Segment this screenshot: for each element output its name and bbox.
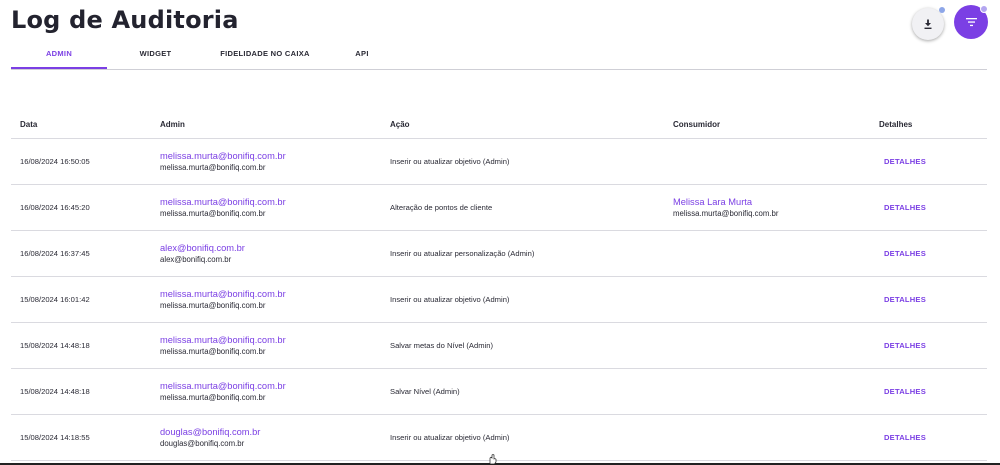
row-date: 16/08/2024 16:45:20: [20, 203, 90, 212]
table-row: 15/08/2024 16:01:42 melissa.murta@bonifi…: [11, 277, 987, 323]
admin-email: melissa.murta@bonifiq.com.br: [160, 347, 266, 356]
table-row: 16/08/2024 16:45:20 melissa.murta@bonifi…: [11, 185, 987, 231]
download-button[interactable]: [912, 7, 945, 40]
tab-api[interactable]: API: [326, 44, 398, 68]
row-date: 16/08/2024 16:37:45: [20, 249, 90, 258]
details-button[interactable]: DETALHES: [884, 433, 926, 442]
header-consumer: Consumidor: [673, 119, 721, 129]
row-admin: douglas@bonifiq.com.br douglas@bonifiq.c…: [160, 426, 390, 449]
table-row: 15/08/2024 14:48:18 melissa.murta@bonifi…: [11, 369, 987, 415]
row-admin: melissa.murta@bonifiq.com.br melissa.mur…: [160, 196, 390, 219]
admin-email: melissa.murta@bonifiq.com.br: [160, 209, 266, 218]
admin-email-link[interactable]: melissa.murta@bonifiq.com.br: [160, 380, 390, 392]
hand-pointer-icon: [489, 454, 497, 465]
admin-email: melissa.murta@bonifiq.com.br: [160, 393, 266, 402]
row-admin: melissa.murta@bonifiq.com.br melissa.mur…: [160, 380, 390, 403]
admin-email-link[interactable]: melissa.murta@bonifiq.com.br: [160, 196, 390, 208]
admin-email: douglas@bonifiq.com.br: [160, 439, 245, 448]
table-row: 15/08/2024 14:48:18 melissa.murta@bonifi…: [11, 323, 987, 369]
row-action: Salvar metas do Nível (Admin): [390, 341, 493, 350]
admin-email: melissa.murta@bonifiq.com.br: [160, 301, 266, 310]
row-action: Inserir ou atualizar objetivo (Admin): [390, 433, 510, 442]
table-row: 16/08/2024 16:37:45 alex@bonifiq.com.br …: [11, 231, 987, 277]
filter-button[interactable]: [954, 5, 988, 39]
audit-log-table: Data Admin Ação Consumidor Detalhes 16/0…: [11, 110, 987, 461]
filter-icon: [965, 18, 977, 27]
notification-dot: [939, 7, 945, 13]
tab-admin[interactable]: ADMIN: [11, 44, 107, 69]
row-action: Inserir ou atualizar objetivo (Admin): [390, 157, 510, 166]
row-date: 15/08/2024 14:18:55: [20, 433, 90, 442]
tab-widget[interactable]: WIDGET: [107, 44, 204, 68]
page-title: Log de Auditoria: [11, 6, 239, 34]
download-icon: [924, 19, 932, 29]
admin-email: alex@bonifiq.com.br: [160, 255, 232, 264]
details-button[interactable]: DETALHES: [884, 249, 926, 258]
row-admin: melissa.murta@bonifiq.com.br melissa.mur…: [160, 150, 390, 173]
row-action: Alteração de pontos de cliente: [390, 203, 493, 212]
header-admin: Admin: [160, 119, 185, 129]
admin-email: melissa.murta@bonifiq.com.br: [160, 163, 266, 172]
admin-email-link[interactable]: melissa.murta@bonifiq.com.br: [160, 150, 390, 162]
row-admin: melissa.murta@bonifiq.com.br melissa.mur…: [160, 334, 390, 357]
admin-email-link[interactable]: melissa.murta@bonifiq.com.br: [160, 334, 390, 346]
top-actions: [912, 5, 988, 40]
admin-email-link[interactable]: douglas@bonifiq.com.br: [160, 426, 390, 438]
header-details: Detalhes: [879, 119, 913, 129]
row-consumer: Melissa Lara Murta melissa.murta@bonifiq…: [673, 196, 879, 219]
row-date: 15/08/2024 14:48:18: [20, 341, 90, 350]
row-action: Inserir ou atualizar personalização (Adm…: [390, 249, 535, 258]
table-row: 15/08/2024 14:18:55 douglas@bonifiq.com.…: [11, 415, 987, 461]
details-button[interactable]: DETALHES: [884, 387, 926, 396]
details-button[interactable]: DETALHES: [884, 157, 926, 166]
consumer-email: melissa.murta@bonifiq.com.br: [673, 209, 779, 218]
admin-email-link[interactable]: melissa.murta@bonifiq.com.br: [160, 288, 390, 300]
row-action: Salvar Nível (Admin): [390, 387, 460, 396]
table-header: Data Admin Ação Consumidor Detalhes: [11, 110, 987, 139]
row-admin: alex@bonifiq.com.br alex@bonifiq.com.br: [160, 242, 390, 265]
row-date: 15/08/2024 14:48:18: [20, 387, 90, 396]
details-button[interactable]: DETALHES: [884, 203, 926, 212]
header-action: Ação: [390, 119, 410, 129]
row-action: Inserir ou atualizar objetivo (Admin): [390, 295, 510, 304]
table-row: 16/08/2024 16:50:05 melissa.murta@bonifi…: [11, 139, 987, 185]
header-date: Data: [20, 119, 38, 129]
tab-bar: ADMIN WIDGET FIDELIDADE NO CAIXA API: [11, 44, 987, 70]
admin-email-link[interactable]: alex@bonifiq.com.br: [160, 242, 390, 254]
row-date: 16/08/2024 16:50:05: [20, 157, 90, 166]
row-admin: melissa.murta@bonifiq.com.br melissa.mur…: [160, 288, 390, 311]
consumer-name-link[interactable]: Melissa Lara Murta: [673, 196, 879, 208]
filter-active-dot: [980, 5, 988, 13]
details-button[interactable]: DETALHES: [884, 341, 926, 350]
row-date: 15/08/2024 16:01:42: [20, 295, 90, 304]
tab-fidelidade-no-caixa[interactable]: FIDELIDADE NO CAIXA: [204, 44, 326, 68]
details-button[interactable]: DETALHES: [884, 295, 926, 304]
